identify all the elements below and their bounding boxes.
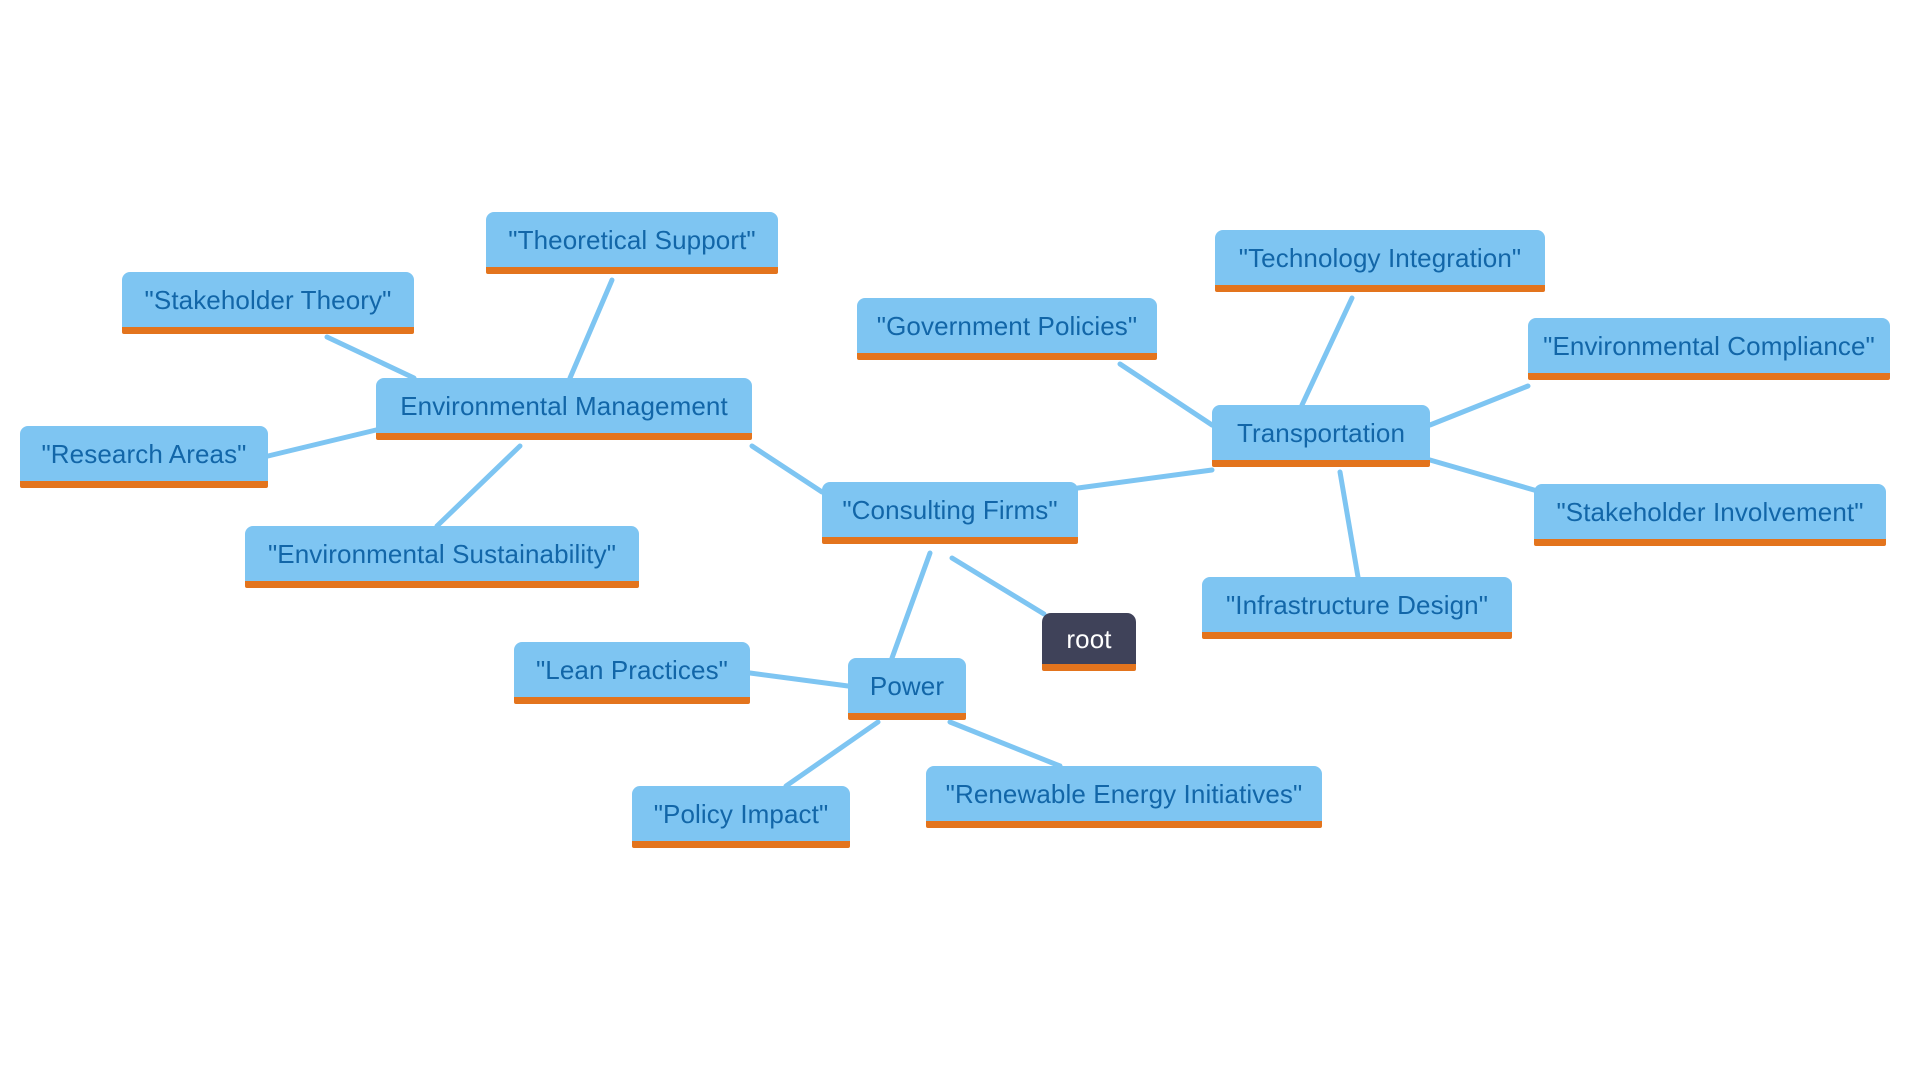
mindmap-node-policyimpact[interactable]: "Policy Impact" <box>632 786 850 848</box>
mindmap-node-stakeholderthy[interactable]: "Stakeholder Theory" <box>122 272 414 334</box>
edge-transportation-to-govpolicies <box>1117 361 1215 428</box>
edge-envmgmt-to-theoretical <box>567 277 615 381</box>
mindmap-node-stakeholderinv[interactable]: "Stakeholder Involvement" <box>1534 484 1886 546</box>
mindmap-canvas: root "Consulting Firms" Environmental Mana… <box>0 0 1920 1080</box>
mindmap-node-label: "Infrastructure Design" <box>1225 589 1489 620</box>
edge-consulting-to-envmgmt <box>749 443 825 495</box>
mindmap-node-theoretical[interactable]: "Theoretical Support" <box>486 212 778 274</box>
mindmap-node-label: "Technology Integration" <box>1238 242 1522 273</box>
edge-envmgmt-to-research <box>265 427 379 459</box>
mindmap-node-label: "Policy Impact" <box>653 798 829 829</box>
mindmap-node-root[interactable]: root <box>1042 613 1136 671</box>
mindmap-node-label: "Research Areas" <box>41 438 247 469</box>
edge-consulting-to-power <box>889 550 933 661</box>
mindmap-node-label: "Environmental Sustainability" <box>267 538 617 569</box>
mindmap-node-leanpractices[interactable]: "Lean Practices" <box>514 642 750 704</box>
edge-transportation-to-techintegration <box>1299 295 1355 408</box>
mindmap-node-envsustain[interactable]: "Environmental Sustainability" <box>245 526 639 588</box>
edge-envmgmt-to-envsustain <box>434 443 523 529</box>
edge-consulting-to-root <box>949 555 1047 617</box>
mindmap-node-label: "Government Policies" <box>876 310 1138 341</box>
mindmap-node-envcompliance[interactable]: "Environmental Compliance" <box>1528 318 1890 380</box>
mindmap-node-label: "Environmental Compliance" <box>1543 330 1875 361</box>
edge-transportation-to-envcompliance <box>1427 383 1531 428</box>
mindmap-node-label: "Stakeholder Theory" <box>144 284 392 315</box>
edge-consulting-to-transportation <box>1075 467 1215 491</box>
mindmap-node-envmgmt[interactable]: Environmental Management <box>376 378 752 440</box>
mindmap-node-label: "Consulting Firms" <box>842 494 1058 525</box>
mindmap-node-label: "Renewable Energy Initiatives" <box>945 778 1303 809</box>
edge-envmgmt-to-stakeholderthy <box>324 334 417 381</box>
mindmap-node-label: Environmental Management <box>400 390 728 421</box>
mindmap-node-label: Power <box>869 670 945 701</box>
edge-power-to-policyimpact <box>783 719 881 789</box>
mindmap-node-label: root <box>1066 623 1112 654</box>
mindmap-node-label: "Theoretical Support" <box>508 224 756 255</box>
mindmap-node-label: "Lean Practices" <box>535 654 729 685</box>
edge-power-to-renewable <box>947 719 1063 769</box>
mindmap-node-renewable[interactable]: "Renewable Energy Initiatives" <box>926 766 1322 828</box>
mindmap-node-techintegration[interactable]: "Technology Integration" <box>1215 230 1545 292</box>
mindmap-node-transportation[interactable]: Transportation <box>1212 405 1430 467</box>
mindmap-node-consulting[interactable]: "Consulting Firms" <box>822 482 1078 544</box>
mindmap-node-govpolicies[interactable]: "Government Policies" <box>857 298 1157 360</box>
mindmap-node-power[interactable]: Power <box>848 658 966 720</box>
edge-power-to-leanpractices <box>747 670 851 689</box>
edge-transportation-to-infrastructure <box>1337 469 1361 580</box>
mindmap-node-label: Transportation <box>1236 417 1406 448</box>
edge-transportation-to-stakeholderinv <box>1427 457 1537 493</box>
mindmap-node-research[interactable]: "Research Areas" <box>20 426 268 488</box>
mindmap-node-label: "Stakeholder Involvement" <box>1556 496 1864 527</box>
mindmap-node-infrastructure[interactable]: "Infrastructure Design" <box>1202 577 1512 639</box>
